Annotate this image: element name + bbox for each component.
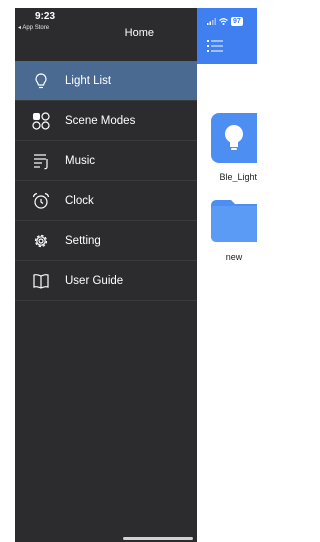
menu-item-user-guide[interactable]: User Guide <box>15 261 197 301</box>
signal-icon <box>207 17 216 25</box>
device-card-ble-light[interactable] <box>211 113 257 163</box>
folder-label: new <box>225 252 243 262</box>
drawer-menu: Light List Scene Modes Music Clock Setti… <box>15 61 197 301</box>
status-time: 9:23 <box>35 11 56 22</box>
alarm-clock-icon <box>32 192 50 209</box>
menu-item-label: User Guide <box>65 274 124 287</box>
folder-icon[interactable] <box>211 194 257 242</box>
status-icons: 97 <box>207 16 243 26</box>
side-drawer: 9:23 ◂ App Store Home Light List Scene M… <box>15 8 197 542</box>
book-icon <box>33 274 49 289</box>
scene-modes-icon <box>32 112 50 130</box>
list-menu-icon[interactable] <box>207 39 223 53</box>
menu-item-label: Setting <box>65 234 101 247</box>
device-label: Ble_Light <box>219 172 257 182</box>
drawer-title: Home <box>124 27 154 39</box>
lightbulb-icon <box>35 73 47 89</box>
music-icon <box>34 154 48 170</box>
menu-item-scene-modes[interactable]: Scene Modes <box>15 101 197 141</box>
battery-icon: 97 <box>231 16 243 26</box>
menu-item-label: Light List <box>65 74 112 87</box>
menu-item-label: Scene Modes <box>65 114 136 127</box>
main-content: 97 Ble_Light new <box>197 8 257 542</box>
menu-item-music[interactable]: Music <box>15 141 197 181</box>
menu-item-light-list[interactable]: Light List <box>15 61 197 101</box>
menu-item-clock[interactable]: Clock <box>15 181 197 221</box>
menu-item-label: Clock <box>65 194 94 207</box>
menu-item-label: Music <box>65 154 96 167</box>
top-bar: 97 <box>197 8 257 64</box>
wifi-icon <box>219 17 228 25</box>
phone-screen: 97 Ble_Light new 9:23 ◂ App Store Home L… <box>15 8 257 542</box>
home-indicator[interactable] <box>123 537 193 540</box>
menu-item-setting[interactable]: Setting <box>15 221 197 261</box>
gear-icon <box>34 234 48 248</box>
lightbulb-icon <box>225 125 243 150</box>
